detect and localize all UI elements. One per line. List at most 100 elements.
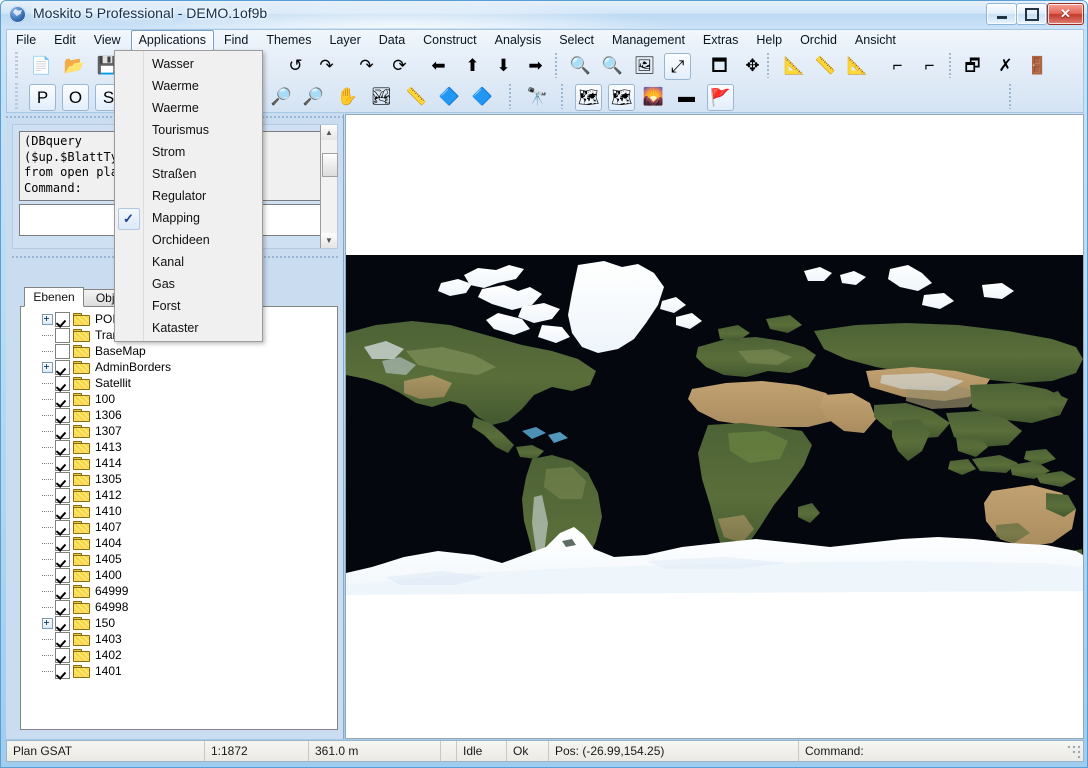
- menu-layer[interactable]: Layer: [321, 30, 368, 51]
- menu-applications[interactable]: Applications: [130, 29, 214, 51]
- hand-pan-button[interactable]: ✋: [335, 84, 360, 109]
- ruler-button[interactable]: 📏: [404, 84, 429, 109]
- layer-visibility-checkbox[interactable]: [55, 327, 70, 343]
- tree-row[interactable]: 150: [25, 615, 337, 631]
- menu-find[interactable]: Find: [216, 30, 256, 51]
- pan-o-tool-button[interactable]: O: [62, 84, 89, 111]
- scroll-down-icon[interactable]: ▼: [321, 233, 337, 248]
- tree-row[interactable]: 1400: [25, 567, 337, 583]
- resize-grip-icon[interactable]: [1067, 745, 1081, 759]
- pan-right-button[interactable]: ➡: [523, 53, 548, 78]
- layer-visibility-checkbox[interactable]: [55, 519, 70, 535]
- refresh-button[interactable]: ⟳: [387, 53, 412, 78]
- undo-button[interactable]: ↺: [283, 53, 308, 78]
- binoculars-button[interactable]: 🔭: [525, 84, 550, 109]
- tab-ebenen[interactable]: Ebenen: [24, 287, 84, 307]
- dropdown-item-stra-en[interactable]: Straßen: [115, 163, 262, 185]
- dropdown-item-kanal[interactable]: Kanal: [115, 251, 262, 273]
- layer-visibility-checkbox[interactable]: [55, 663, 70, 679]
- layer-visibility-checkbox[interactable]: [55, 359, 70, 375]
- zoom-minus-button[interactable]: 🔎: [301, 84, 326, 109]
- scroll-up-icon[interactable]: ▲: [321, 125, 337, 140]
- tree-row[interactable]: 1306: [25, 407, 337, 423]
- tree-row[interactable]: 1412: [25, 487, 337, 503]
- measure-line-button[interactable]: ⌐: [885, 53, 910, 78]
- pan-left-button[interactable]: ⬅: [426, 53, 451, 78]
- menu-management[interactable]: Management: [604, 30, 693, 51]
- menu-view[interactable]: View: [86, 30, 129, 51]
- node-move-button[interactable]: 🔷: [437, 84, 462, 109]
- tree-row[interactable]: 100: [25, 391, 337, 407]
- layer-visibility-checkbox[interactable]: [55, 535, 70, 551]
- map-germany-button[interactable]: 🗺: [608, 84, 635, 111]
- expand-plus-icon[interactable]: [39, 311, 55, 327]
- tree-row[interactable]: 1403: [25, 631, 337, 647]
- landscape-button[interactable]: 🌄: [641, 84, 666, 109]
- layer-visibility-checkbox[interactable]: [55, 455, 70, 471]
- dropdown-item-mapping[interactable]: ✓ Mapping: [115, 207, 262, 230]
- tree-row[interactable]: 1307: [25, 423, 337, 439]
- menu-edit[interactable]: Edit: [46, 30, 84, 51]
- applications-dropdown-menu[interactable]: Wasser Waerme Waerme Tourismus Strom Straßen R…: [114, 50, 263, 342]
- layer-visibility-checkbox[interactable]: [55, 583, 70, 599]
- layer-visibility-checkbox[interactable]: [55, 471, 70, 487]
- scrollbar-thumb[interactable]: [322, 153, 338, 177]
- tree-row[interactable]: 1405: [25, 551, 337, 567]
- expand-plus-icon[interactable]: [39, 615, 55, 631]
- dropdown-item-kataster[interactable]: Kataster: [115, 317, 262, 339]
- zoom-plus-button[interactable]: 🔎: [269, 84, 294, 109]
- redo-button[interactable]: ↷: [314, 53, 339, 78]
- layer-visibility-checkbox[interactable]: [55, 631, 70, 647]
- tree-row[interactable]: 1407: [25, 519, 337, 535]
- layer-visibility-checkbox[interactable]: [55, 423, 70, 439]
- dropdown-item-waerme[interactable]: Waerme: [115, 97, 262, 119]
- tree-row[interactable]: 1402: [25, 647, 337, 663]
- open-folder-button[interactable]: 📂: [62, 53, 87, 78]
- tree-row[interactable]: 1413: [25, 439, 337, 455]
- snap-endpoint-button[interactable]: 📐: [782, 53, 807, 78]
- center-button[interactable]: ✥: [740, 53, 765, 78]
- maximize-button[interactable]: [1016, 3, 1047, 25]
- menu-help[interactable]: Help: [748, 30, 790, 51]
- layer-visibility-checkbox[interactable]: [55, 311, 70, 327]
- toolbar-grip[interactable]: [13, 83, 20, 110]
- tree-row[interactable]: 1410: [25, 503, 337, 519]
- menu-select[interactable]: Select: [551, 30, 602, 51]
- zoom-window-button[interactable]: 🗖: [707, 53, 732, 78]
- expand-plus-icon[interactable]: [39, 359, 55, 375]
- dropdown-item-regulator[interactable]: Regulator: [115, 185, 262, 207]
- tree-row[interactable]: Satellit: [25, 375, 337, 391]
- zoom-extents-button[interactable]: 🖼: [632, 53, 657, 78]
- tree-row[interactable]: 64999: [25, 583, 337, 599]
- delete-button[interactable]: ✗: [993, 53, 1018, 78]
- tree-row[interactable]: 1414: [25, 455, 337, 471]
- dropdown-item-wasser[interactable]: Wasser: [115, 53, 262, 75]
- exit-run-button[interactable]: 🚪: [1025, 53, 1050, 78]
- layer-visibility-checkbox[interactable]: [55, 343, 70, 359]
- layer-visibility-checkbox[interactable]: [55, 615, 70, 631]
- window-button[interactable]: 🗗: [960, 53, 985, 78]
- snap-perp-button[interactable]: 📐: [845, 53, 870, 78]
- layer-visibility-checkbox[interactable]: [55, 391, 70, 407]
- dropdown-item-forst[interactable]: Forst: [115, 295, 262, 317]
- menu-extras[interactable]: Extras: [695, 30, 746, 51]
- toolbar-grip[interactable]: [13, 52, 20, 79]
- tree-row[interactable]: 1401: [25, 663, 337, 679]
- layer-visibility-checkbox[interactable]: [55, 551, 70, 567]
- layer-visibility-checkbox[interactable]: [55, 407, 70, 423]
- node-copy-button[interactable]: 🔷: [470, 84, 495, 109]
- menu-analysis[interactable]: Analysis: [487, 30, 550, 51]
- zoom-out-button[interactable]: 🔍: [568, 53, 593, 78]
- dropdown-item-waerme[interactable]: Waerme: [115, 75, 262, 97]
- menu-ansicht[interactable]: Ansicht: [847, 30, 904, 51]
- flag-button[interactable]: 🚩: [707, 84, 734, 111]
- layer-visibility-checkbox[interactable]: [55, 439, 70, 455]
- tree-row[interactable]: AdminBorders: [25, 359, 337, 375]
- new-file-button[interactable]: 📄: [29, 53, 54, 78]
- pan-down-button[interactable]: ⬇: [491, 53, 516, 78]
- tree-row[interactable]: 1305: [25, 471, 337, 487]
- menu-themes[interactable]: Themes: [258, 30, 319, 51]
- layer-visibility-checkbox[interactable]: [55, 487, 70, 503]
- minimize-button[interactable]: [986, 3, 1017, 25]
- dropdown-item-orchideen[interactable]: Orchideen: [115, 229, 262, 251]
